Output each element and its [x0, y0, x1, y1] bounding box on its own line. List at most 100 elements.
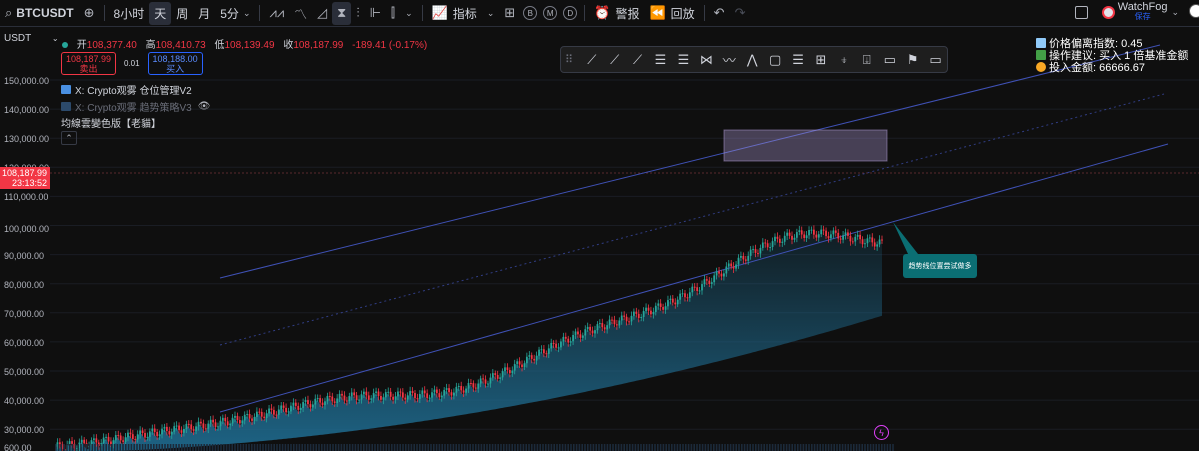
short-position-icon[interactable]: ⍗: [855, 49, 878, 71]
volume-bar: [424, 444, 427, 451]
candle-body: [489, 377, 492, 384]
candle-body: [95, 438, 98, 443]
profile-icon[interactable]: [1189, 4, 1199, 18]
alarm-clock-icon: ⏰: [594, 5, 611, 20]
flag-icon[interactable]: ⚑: [901, 49, 924, 71]
volume-bar: [223, 444, 225, 451]
indicators-button[interactable]: 📈 指标: [427, 2, 482, 25]
candle-body: [832, 230, 835, 235]
chevron-down-icon[interactable]: ⌄: [1171, 7, 1179, 18]
candle-body: [158, 434, 161, 437]
annotation-callout[interactable]: 趋势线位置尝试做多: [903, 254, 977, 278]
polyline-icon[interactable]: ⋀: [741, 49, 764, 71]
volume-bar: [298, 444, 301, 451]
candle-body: [781, 241, 784, 243]
indicator-legend-3[interactable]: 均線雲變色版【老貓】: [61, 115, 161, 130]
chevron-down-icon[interactable]: ⌄: [400, 2, 418, 25]
volume-bar: [77, 444, 79, 451]
volume-bar: [323, 444, 326, 451]
fib-retracement-icon[interactable]: ☰: [787, 49, 810, 71]
eye-hidden-icon[interactable]: 👁: [198, 101, 211, 112]
candle-body: [679, 293, 682, 300]
volume-bar: [825, 444, 827, 451]
alert-button[interactable]: ⏰ 警报: [589, 2, 644, 25]
crosshair-icon[interactable]: ⊞: [810, 49, 833, 71]
volume-bar: [623, 444, 625, 451]
volume-bar: [881, 444, 883, 451]
volume-bar: [533, 444, 536, 451]
layout-b-button[interactable]: B: [523, 6, 538, 20]
user-menu[interactable]: WatchFog 保存: [1118, 2, 1168, 22]
avatar[interactable]: [1101, 5, 1115, 19]
collapse-legend-button[interactable]: ⌃: [61, 131, 77, 145]
candles-chart-icon[interactable]: ⧗: [332, 1, 352, 25]
indicator-legend-2[interactable]: X: Crypto观雾 趋势策略V3 👁: [61, 99, 210, 114]
path-icon[interactable]: 〰: [718, 49, 741, 71]
drag-handle-icon[interactable]: ⠿: [565, 53, 580, 66]
candle-body: [460, 386, 463, 391]
symbol-search[interactable]: ⌕ BTCUSDT: [0, 2, 79, 25]
extended-line-icon[interactable]: ⟋: [626, 49, 649, 71]
candle-body: [710, 282, 713, 285]
volume-bar: [447, 444, 449, 451]
save-label[interactable]: 保存: [1118, 12, 1168, 22]
regression-channel-icon[interactable]: ☰: [672, 49, 695, 71]
candle-body: [664, 306, 667, 310]
area-chart-icon[interactable]: ◿: [312, 2, 332, 25]
candle-body: [414, 392, 416, 399]
candle-body: [564, 336, 567, 339]
candle-body: [703, 279, 706, 285]
candle-body: [389, 391, 392, 397]
lightning-icon[interactable]: ϟ: [874, 425, 889, 440]
buy-button[interactable]: 108,188.00 买入: [147, 52, 203, 75]
candle-body: [827, 236, 830, 239]
bars-chart-icon[interactable]: ⩘⩘: [264, 2, 289, 25]
layout-grid-icon[interactable]: ⊞: [499, 2, 520, 25]
candle-body: [735, 264, 737, 269]
pitchfork-icon[interactable]: ⋈: [695, 49, 718, 71]
replay-button[interactable]: ⏪ 回放: [644, 2, 699, 25]
callout-icon[interactable]: ▭: [878, 49, 901, 71]
interval-5m[interactable]: 5分 ⌄: [215, 2, 255, 25]
candle-body: [577, 331, 579, 335]
volume-bar: [435, 444, 438, 451]
interval-week[interactable]: 周: [171, 2, 193, 25]
volume-bar: [211, 444, 214, 451]
low-label: 低: [214, 40, 225, 51]
volume-bar: [293, 444, 295, 451]
candle-body: [864, 243, 866, 245]
trend-line-icon[interactable]: ⟋: [580, 49, 603, 71]
volume-bar: [545, 444, 547, 451]
chevron-down-icon[interactable]: ⌄: [482, 2, 500, 25]
line-chart-icon[interactable]: 〽: [289, 2, 312, 25]
interval-8h[interactable]: 8小时: [109, 2, 150, 25]
parallel-channel-icon[interactable]: ☰: [649, 49, 672, 71]
long-position-icon[interactable]: ⍖: [832, 49, 855, 71]
volume-bar: [127, 444, 130, 451]
volume-bar: [122, 444, 124, 451]
ray-icon[interactable]: ⟋: [603, 49, 626, 71]
interval-day[interactable]: 天: [149, 1, 172, 25]
currency-select[interactable]: USDT ⌄: [4, 33, 59, 44]
interval-month[interactable]: 月: [193, 2, 215, 25]
candle-body: [686, 297, 689, 299]
volume-bar: [295, 444, 298, 451]
volume-bar: [556, 444, 558, 451]
volume-bar: [752, 444, 754, 451]
columns-chart-icon[interactable]: ⫶: [351, 2, 364, 25]
sell-button[interactable]: 108,187.99 卖出: [61, 52, 116, 75]
layout-m-button[interactable]: M: [543, 6, 558, 20]
candle-body: [134, 439, 137, 441]
layout-d-button[interactable]: D: [563, 6, 578, 20]
rectangle-icon[interactable]: ▢: [764, 49, 787, 71]
candle-body: [127, 432, 129, 438]
indicator-legend-1[interactable]: X: Crypto观雾 仓位管理V2: [61, 82, 192, 97]
add-symbol-icon[interactable]: ⊕: [79, 2, 100, 25]
undo-icon[interactable]: ↶: [709, 2, 730, 25]
baseline-chart-icon[interactable]: ⊩: [365, 2, 386, 25]
comment-icon[interactable]: ▭: [924, 49, 947, 71]
redo-icon[interactable]: ↷: [730, 2, 751, 25]
fullscreen-checkbox[interactable]: [1074, 5, 1088, 19]
candle-body: [404, 397, 407, 400]
hollow-candles-icon[interactable]: ⫿: [386, 2, 400, 25]
